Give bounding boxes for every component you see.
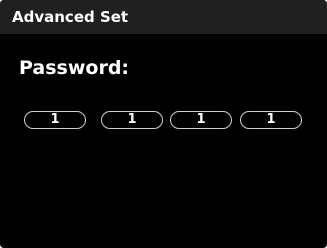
password-label: Password: [19,57,130,79]
password-digit-4[interactable]: 1 [240,111,302,129]
title-bar: Advanced Set [0,0,327,34]
screen-title: Advanced Set [12,8,129,26]
password-digit-1[interactable]: 1 [24,111,86,129]
device-screen: Advanced Set Password: 1 1 1 1 [0,0,327,248]
password-digit-2[interactable]: 1 [101,111,163,129]
password-digit-3[interactable]: 1 [170,111,232,129]
